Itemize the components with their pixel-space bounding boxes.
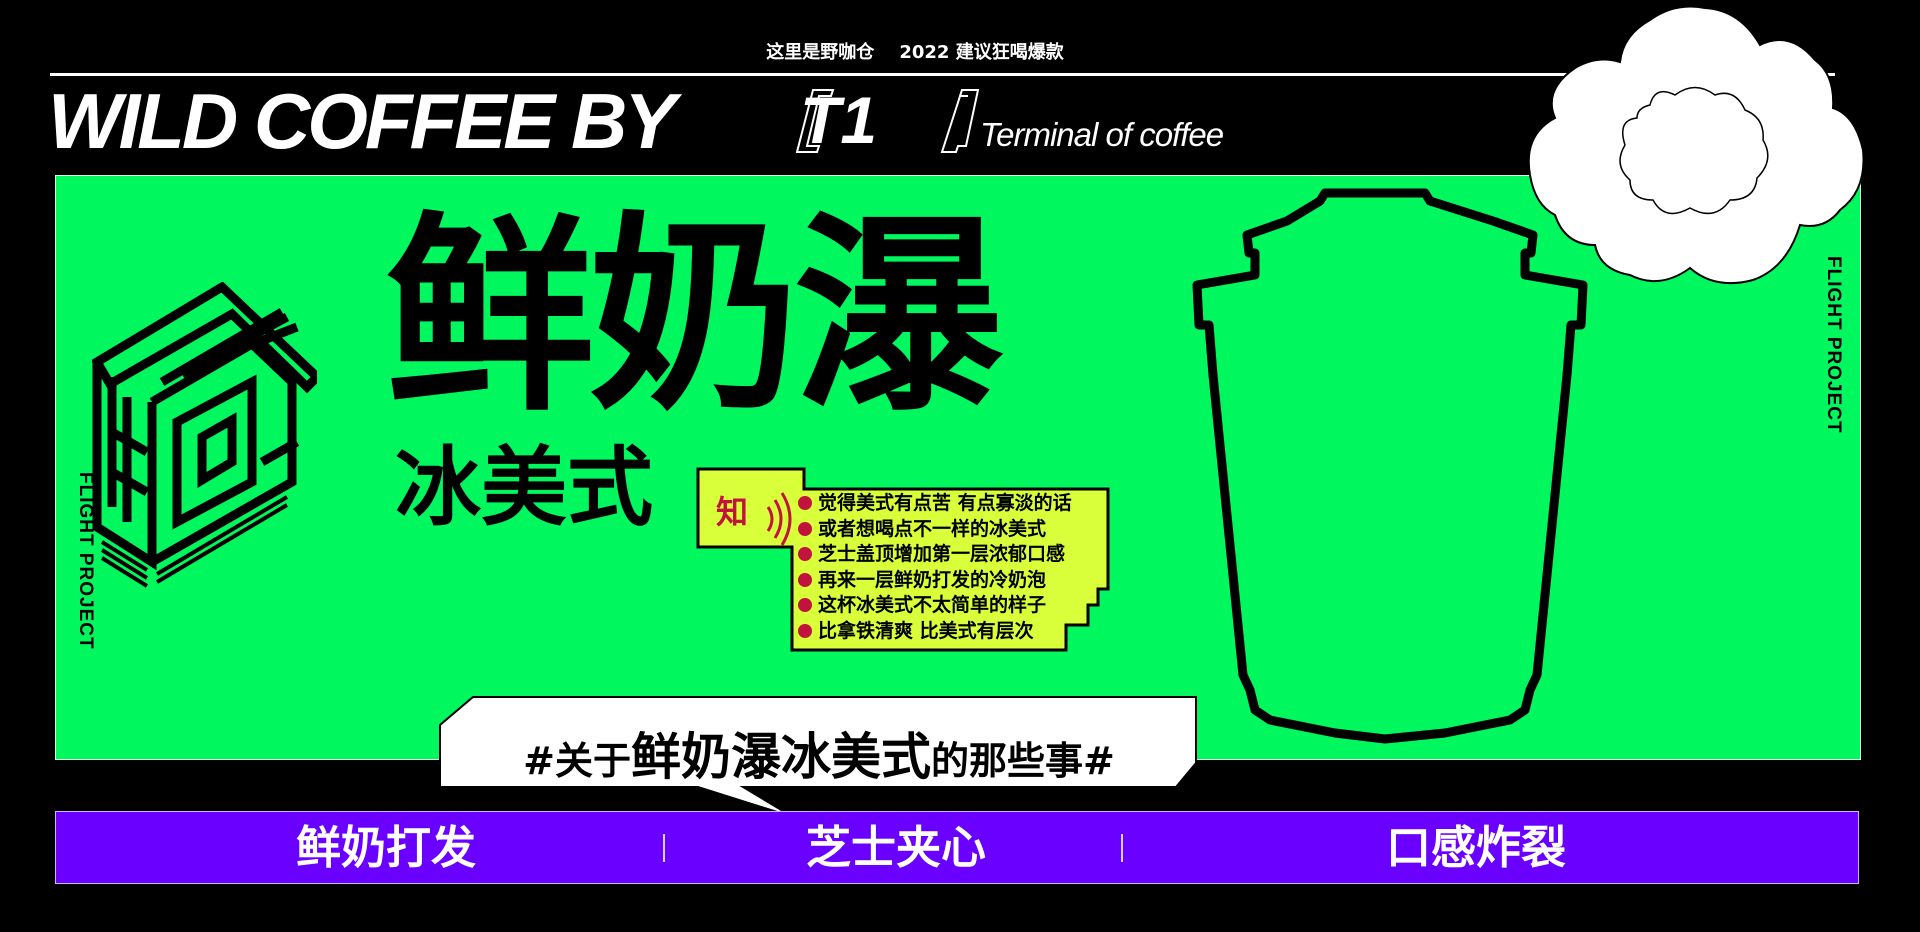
brand-title: WILD COFFEE BY [48,77,676,165]
feature-label: 芝士夹心 [805,821,986,874]
info-item: 比拿铁清爽 比美式有层次 [798,619,1072,645]
topic-text: #关于鲜奶瀑冰美式的那些事# [523,728,1115,786]
product-name: 鲜奶瀑 [385,194,1003,439]
info-box: 知 觉得美式有点苦 有点寡淡的话 或者想喝点不一样的冰美式 芝士盖顶增加第一层浓… [696,467,1116,652]
feature-divider [1121,834,1123,862]
info-item: 或者想喝点不一样的冰美式 [798,517,1072,543]
info-item: 这杯冰美式不太简单的样子 [798,593,1072,619]
info-item: 觉得美式有点苦 有点寡淡的话 [798,491,1072,517]
brand-code: T1 [800,83,878,157]
knowledge-icon: 知 [716,493,749,531]
topic-bubble: #关于鲜奶瀑冰美式的那些事# [438,695,1200,820]
brand-subtitle: Terminal of coffee [980,116,1224,153]
product-type: 冰美式 [395,438,653,538]
cloud-icon [1527,5,1865,285]
feature-label: 口感炸裂 [1385,821,1566,874]
feature-bar: 鲜奶打发 芝士夹心 口感炸裂 [55,811,1859,884]
info-list: 觉得美式有点苦 有点寡淡的话 或者想喝点不一样的冰美式 芝士盖顶增加第一层浓郁口… [798,491,1072,644]
info-item: 再来一层鲜奶打发的冷奶泡 [798,568,1072,594]
right-bracket-icon [940,89,980,153]
info-item: 芝士盖顶增加第一层浓郁口感 [798,542,1072,568]
feature-label: 鲜奶打发 [295,821,476,874]
warehouse-logo-icon [92,282,317,588]
feature-divider [663,834,665,862]
